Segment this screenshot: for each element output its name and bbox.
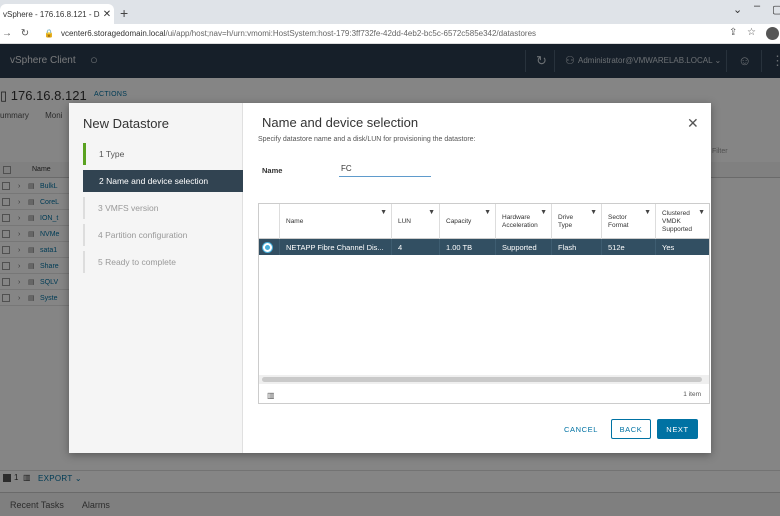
share-icon[interactable]: ⇪ (729, 27, 737, 38)
column-label: Sector Format (608, 213, 629, 229)
filter-icon[interactable]: ▼ (380, 209, 387, 217)
reload-icon[interactable]: ↻ (18, 28, 32, 39)
wizard-step-vmfs-version: 3 VMFS version (83, 197, 243, 219)
wizard-content: Name and device selection Specify datast… (243, 103, 711, 453)
column-label: LUN (398, 217, 412, 225)
filter-icon[interactable]: ▼ (484, 209, 491, 217)
wizard-step-partition: 4 Partition configuration (83, 224, 243, 246)
column-header-clustered-vmdk[interactable]: Clustered VMDK Supported ▼ (656, 204, 709, 239)
device-grid: Name ▼ LUN ▼ Capacity ▼ Hardware Accelerati… (258, 203, 710, 404)
page-title: Name and device selection (262, 115, 419, 130)
close-icon[interactable]: ✕ (687, 115, 699, 132)
column-label: Hardware Acceleration (502, 213, 538, 229)
filter-icon[interactable]: ▼ (540, 209, 547, 217)
minimize-icon[interactable]: – (754, 0, 760, 12)
browser-tab[interactable]: vSphere - 176.16.8.121 - Datasto ✕ (0, 4, 114, 24)
wizard-sidebar: New Datastore 1 Type 2 Name and device s… (69, 103, 243, 453)
column-header-capacity[interactable]: Capacity ▼ (440, 204, 496, 239)
tab-list-icon[interactable]: ⌄ (733, 3, 742, 16)
wizard-title: New Datastore (83, 116, 169, 131)
column-header-name[interactable]: Name ▼ (280, 204, 392, 239)
new-tab-button[interactable]: + (120, 5, 128, 21)
radio-selected-icon[interactable] (263, 242, 272, 252)
back-button[interactable]: BACK (611, 419, 651, 439)
new-datastore-dialog: New Datastore 1 Type 2 Name and device s… (69, 103, 711, 453)
star-icon[interactable]: ☆ (747, 27, 756, 38)
device-row[interactable]: NETAPP Fibre Channel Dis... 4 1.00 TB Su… (259, 239, 709, 255)
column-header-lun[interactable]: LUN ▼ (392, 204, 440, 239)
horizontal-scrollbar[interactable] (262, 377, 702, 382)
item-count: 1 item (683, 391, 701, 398)
wizard-step-name-device[interactable]: 2 Name and device selection (83, 170, 243, 192)
column-header-drive-type[interactable]: Drive Type ▼ (552, 204, 602, 239)
device-grid-header: Name ▼ LUN ▼ Capacity ▼ Hardware Accelerati… (259, 204, 709, 239)
address-bar: → ↻ 🔒 vcenter6.storagedomain.local/ui/ap… (0, 24, 780, 44)
device-clustered-vmdk: Yes (662, 242, 675, 252)
column-header-hardware-acceleration[interactable]: Hardware Acceleration ▼ (496, 204, 552, 239)
device-capacity: 1.00 TB (440, 239, 496, 255)
device-drive-type: Flash (552, 239, 602, 255)
filter-icon[interactable]: ▼ (590, 209, 597, 217)
url-field[interactable]: vcenter6.storagedomain.local/ui/app/host… (61, 29, 536, 38)
url-path: /ui/app/host;nav=h/urn:vmomi:HostSystem:… (165, 29, 537, 38)
filter-icon[interactable]: ▼ (428, 209, 435, 217)
column-label: Capacity (446, 217, 472, 225)
column-label: Name (286, 217, 304, 225)
wizard-steps: 1 Type 2 Name and device selection 3 VMF… (83, 143, 243, 278)
select-column-header (259, 204, 280, 239)
cancel-button[interactable]: CANCEL (562, 419, 600, 439)
tab-close-icon[interactable]: ✕ (100, 9, 114, 20)
lock-icon[interactable]: 🔒 (44, 29, 54, 38)
url-host: vcenter6.storagedomain.local (60, 29, 166, 38)
device-lun: 4 (392, 239, 440, 255)
profile-icon[interactable] (766, 27, 779, 40)
device-grid-footer: ▥ 1 item (259, 386, 709, 404)
wizard-step-type[interactable]: 1 Type (83, 143, 243, 165)
filter-icon[interactable]: ▼ (644, 209, 651, 217)
wizard-step-ready: 5 Ready to complete (83, 251, 243, 273)
datastore-name-input[interactable] (339, 161, 431, 177)
device-name: NETAPP Fibre Channel Dis... (280, 239, 392, 255)
maximize-icon[interactable]: ▢ (772, 3, 780, 16)
filter-icon[interactable]: ▼ (698, 209, 705, 217)
device-hw-accel: Supported (496, 239, 552, 255)
column-header-sector-format[interactable]: Sector Format ▼ (602, 204, 656, 239)
page-subtitle: Specify datastore name and a disk/LUN fo… (258, 136, 476, 143)
row-select[interactable] (259, 239, 280, 255)
name-label: Name (262, 166, 283, 175)
back-icon[interactable]: → (0, 28, 14, 39)
browser-tab-title: vSphere - 176.16.8.121 - Datasto (3, 9, 100, 19)
column-label: Drive Type (558, 213, 574, 229)
column-label: Clustered VMDK Supported (662, 209, 692, 233)
next-button[interactable]: NEXT (657, 419, 698, 439)
column-toggle-icon[interactable]: ▥ (267, 391, 275, 400)
device-sector-format: 512e (602, 239, 656, 255)
browser-tab-bar: vSphere - 176.16.8.121 - Datasto ✕ + ⌄ –… (0, 0, 780, 24)
